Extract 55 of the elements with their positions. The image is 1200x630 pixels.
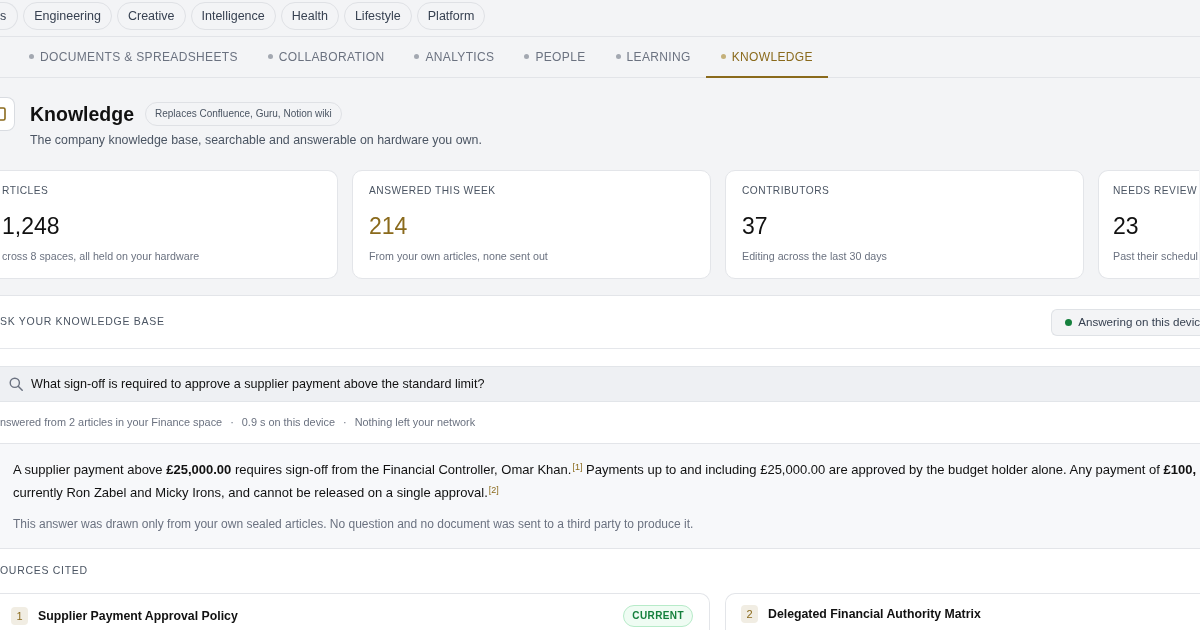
source-card[interactable]: 2 Delegated Financial Authority Matrix: [725, 593, 1200, 630]
stat-value: 214: [369, 212, 409, 240]
stat-note: Past their schedul: [1113, 249, 1199, 264]
dot-icon: [720, 54, 726, 59]
number-tag: 1: [11, 607, 28, 625]
category-pill[interactable]: Health: [280, 2, 339, 30]
section-label: SK YOUR KNOWLEDGE BASE: [0, 314, 165, 330]
section-tab[interactable]: DOCUMENTS & SPREADSHEETS: [14, 37, 253, 78]
category-pill[interactable]: Platform: [416, 2, 486, 30]
category-pill[interactable]: Lifestyle: [343, 2, 412, 30]
dot-icon: [524, 54, 530, 59]
meta-text: 0.9 s on this device: [241, 415, 336, 431]
stat-value: 1,248: [2, 212, 61, 240]
meta-text: Nothing left your network: [354, 415, 476, 431]
category-pill[interactable]: Engineering: [23, 2, 112, 30]
separator: ·: [230, 415, 234, 431]
category-pill[interactable]: Creative: [116, 2, 186, 30]
search-icon: [9, 377, 23, 391]
source-card[interactable]: 1 Supplier Payment Approval Policy CURRENT: [0, 593, 710, 630]
status-text: Answering on this devic: [1078, 314, 1200, 331]
answer-note: This answer was drawn only from your own sealed articles. No question and no document was sent to a third party to produce it.: [13, 516, 695, 532]
stat-label: ANSWERED THIS WEEK: [369, 184, 497, 198]
dot-icon: [267, 54, 273, 59]
section-tab[interactable]: LEARNING: [600, 37, 706, 78]
stat-label: CONTRIBUTORS: [742, 184, 831, 198]
section-tab[interactable]: KNOWLEDGE: [705, 37, 828, 78]
stat-label: NEEDS REVIEW: [1113, 184, 1199, 198]
section-tab[interactable]: ANALYTICS: [399, 37, 510, 78]
section-label: OURCES CITED: [0, 563, 88, 579]
source-title: Delegated Financial Authority Matrix: [768, 606, 981, 623]
stat-label: RTICLES: [2, 184, 50, 198]
dot-icon: [414, 54, 420, 59]
stat-note: Editing across the last 30 days: [742, 249, 888, 264]
section-tab[interactable]: COLLABORATION: [252, 37, 400, 78]
category-pill[interactable]: s: [0, 2, 19, 30]
dot-icon: [29, 54, 34, 59]
query-text: What sign-off is required to approve a supplier payment above the standard limit?: [31, 375, 485, 393]
category-pill[interactable]: Intelligence: [190, 2, 276, 30]
page-title: Knowledge: [30, 102, 134, 127]
meta-text: nswered from 2 articles in your Finance space: [0, 415, 223, 431]
status-tag: CURRENT: [623, 605, 693, 627]
section-tab[interactable]: PEOPLE: [509, 37, 601, 78]
stat-note: From your own articles, none sent out: [369, 249, 549, 264]
number-tag: 2: [741, 605, 758, 624]
separator: ·: [343, 415, 347, 431]
answer-text: A supplier payment above £25,000.00 requires sign-off from the Financial Controller, Omar Khan.$^{[1]}$ Payments up to and including £25,000.00 are approved by the budget holder alone. Any payment of £100, currently Ron Zabel and Micky Irons, and cannot be released on a single approval.$^{[2]}$: [13, 460, 1197, 502]
stat-value: 23: [1113, 212, 1140, 240]
square-icon: [0, 97, 15, 131]
stat-value: 37: [742, 212, 769, 240]
source-title: Supplier Payment Approval Policy: [38, 607, 238, 625]
replaces-tag: Replaces Confluence, Guru, Notion wiki: [145, 102, 342, 126]
stat-note: cross 8 spaces, all held on your hardware: [2, 249, 201, 264]
page-subtitle: The company knowledge base, searchable and answerable on hardware you own.: [29, 132, 483, 149]
search-field[interactable]: What sign-off is required to approve a supplier payment above the standard limit?: [0, 366, 1200, 402]
dot-icon: [615, 54, 621, 59]
